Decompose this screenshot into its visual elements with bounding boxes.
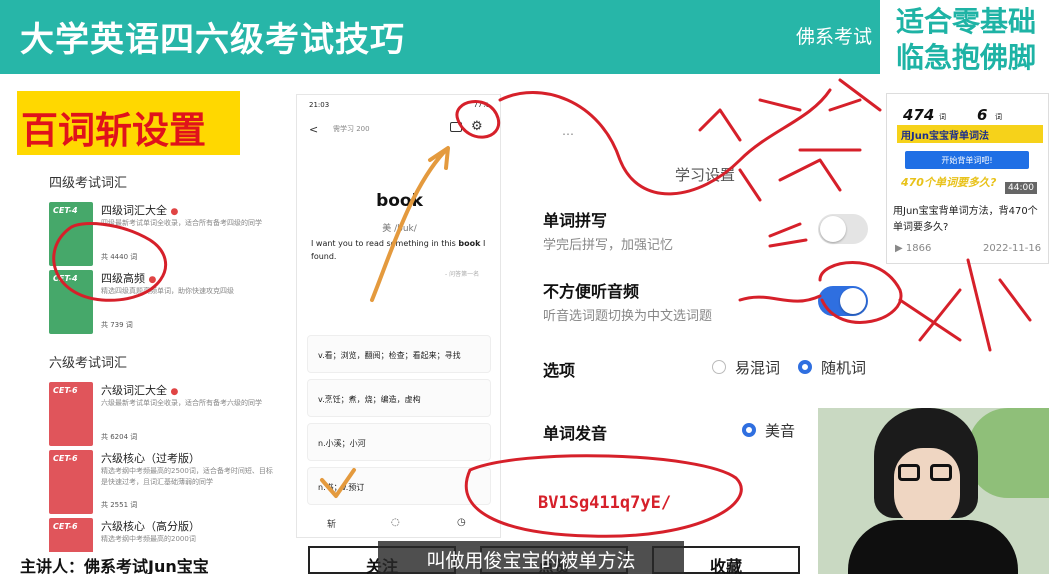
settings-panel-top: …: [522, 124, 888, 152]
phone-bottom-bar: 斩 ◌ ◷: [297, 515, 502, 537]
video-duration: 44:00: [1005, 182, 1037, 194]
fire-icon: ●: [170, 207, 179, 217]
chop-button[interactable]: 斩: [327, 517, 336, 530]
webcam-glasses: [898, 464, 920, 481]
book-desc: 六级最新考试单词全收录，适合所有备考六级的同学: [101, 399, 262, 407]
thumb-number-1: 474: [903, 106, 935, 124]
book-desc: 四级最新考试单词全收录，适合所有备考四级的同学: [101, 219, 262, 227]
book-cover: CET-4: [49, 202, 93, 266]
channel-name: 佛系考试: [796, 26, 873, 48]
play-icon: ▶: [895, 243, 906, 254]
radio-label-confusing: 易混词: [735, 359, 781, 377]
audio-desc: 听音选词题切换为中文选词题: [543, 309, 713, 324]
badge-line-1: 适合零基础: [896, 5, 1037, 38]
study-word: book: [376, 191, 423, 211]
book-count: 共 4440 词: [101, 253, 138, 261]
settings-title: 学习设置: [675, 166, 736, 184]
annotation-x: [898, 288, 962, 342]
book-name: 六级词汇大全 ●: [101, 384, 179, 397]
book-item-cet6-core-high[interactable]: CET-6 六级核心（高分版） 精选考纲中考频最高的2000词: [49, 518, 279, 552]
webcam-face: [894, 448, 960, 528]
header-bar: 大学英语四六级考试技巧 佛系考试 适合零基础 临急抱佛脚: [0, 0, 1049, 74]
fire-icon: ●: [148, 275, 157, 285]
spelling-desc: 学完后拼写，加强记忆: [543, 238, 674, 253]
radio-label-us: 美音: [765, 422, 796, 440]
annotation-slash: [966, 258, 1032, 352]
book-desc: 精选四级真题高频单词，助你快速攻克四级: [101, 287, 234, 295]
thumb-number-2: 6: [977, 106, 988, 124]
video-date: 2022-11-16: [983, 243, 1042, 254]
radio-confusing-words[interactable]: [712, 360, 726, 374]
answer-option[interactable]: v.看；浏览，翻阅；检查；看起来；寻找: [307, 335, 491, 373]
back-arrow-icon[interactable]: <: [309, 123, 318, 136]
answer-option[interactable]: v.烹饪；煮，烧；编造，虚构: [307, 379, 491, 417]
video-views: ▶ 1866: [895, 243, 932, 254]
clock-icon[interactable]: ◷: [457, 517, 466, 528]
gear-icon[interactable]: ⚙: [471, 119, 483, 134]
book-desc: 精选考纲中考频最高的2000词: [101, 535, 196, 543]
thumb-button: 开始背单词吧!: [905, 151, 1029, 169]
sentence-source: - 问答第一名: [445, 271, 480, 278]
book-name: 六级核心（高分版）: [101, 520, 200, 533]
audio-toggle[interactable]: [818, 286, 868, 316]
book-cover: CET-6: [49, 450, 93, 514]
book-count: 共 2551 词: [101, 501, 138, 509]
phonetic: 美 /buk/: [382, 224, 417, 234]
settings-label-box: 百词斩设置: [17, 91, 240, 155]
book-name: 四级高频 ●: [101, 272, 157, 285]
book-name: 六级核心（过考版）: [101, 452, 200, 465]
video-card[interactable]: 474 词 6 词 用Jun宝宝背单词法 开始背单词吧! 470个单词要多久? …: [886, 93, 1049, 264]
subtitle-caption: 叫做用俊宝宝的被单方法: [378, 541, 684, 574]
webcam-body: [848, 520, 1018, 574]
thumb-caption: 470个单词要多久?: [901, 176, 997, 189]
book-item-cet6-core-pass[interactable]: CET-6 六级核心（过考版） 精选考纲中考频最高的2500词，适合备考时间短、…: [49, 450, 279, 526]
book-item-cet4-high-freq[interactable]: CET-4 四级高频 ● 精选四级真题高频单词，助你快速攻克四级 共 739 词: [49, 270, 279, 346]
options-title: 选项: [543, 361, 576, 380]
phone-screen: 21:03 77% < 需学习 200 ⚙ book 美 /buk/ I wan…: [296, 94, 501, 538]
book-cover: CET-6: [49, 382, 93, 446]
spelling-title: 单词拼写: [543, 211, 608, 230]
settings-label-text: 百词斩设置: [21, 109, 206, 152]
pronunciation-title: 单词发音: [543, 424, 608, 443]
status-time: 21:03: [309, 101, 330, 109]
badge-line-2: 临急抱佛脚: [896, 41, 1037, 74]
cet4-section-title: 四级考试词汇: [49, 176, 128, 191]
answer-option[interactable]: n.书；v.预订: [307, 467, 491, 505]
book-cover: CET-6: [49, 518, 93, 552]
radio-us-accent[interactable]: [742, 423, 756, 437]
status-bar: 21:03 77%: [309, 101, 489, 109]
video-id-annotation: BV1Sg411q7yE/: [538, 493, 672, 513]
presenter-label: 主讲人：佛系考试Jun宝宝: [20, 557, 209, 574]
video-thumbnail[interactable]: 474 词 6 词 用Jun宝宝背单词法 开始背单词吧! 470个单词要多久? …: [891, 98, 1046, 196]
book-cover: CET-4: [49, 270, 93, 334]
webcam-plant: [968, 408, 1049, 498]
book-count: 共 6204 词: [101, 433, 138, 441]
header-badge: 适合零基础 临急抱佛脚: [880, 0, 1049, 74]
status-battery: 77%: [473, 101, 489, 109]
thumb-banner: 用Jun宝宝背单词法: [897, 125, 1043, 143]
video-title-text: 大学英语四六级考试技巧: [20, 20, 405, 60]
book-item-cet6-full[interactable]: CET-6 六级词汇大全 ● 六级最新考试单词全收录，适合所有备考六级的同学 共…: [49, 382, 279, 458]
book-desc: 精选考纲中考频最高的2500词，适合备考时间短、目标是快速过考，且词汇基础薄弱的…: [101, 467, 273, 486]
example-sentence: I want you to read something in this boo…: [311, 239, 486, 261]
book-item-cet4-full[interactable]: CET-4 四级词汇大全 ● 四级最新考试单词全收录，适合所有备考四级的同学 共…: [49, 202, 279, 278]
fire-icon: ●: [170, 387, 179, 397]
answer-option[interactable]: n.小溪；小河: [307, 423, 491, 461]
image-icon[interactable]: [450, 122, 462, 132]
audio-title: 不方便听音频: [543, 282, 640, 301]
study-progress: 需学习 200: [333, 125, 370, 133]
thumb-unit-1: 词: [939, 113, 946, 121]
radio-label-random: 随机词: [821, 359, 867, 377]
webcam-glasses: [930, 464, 952, 481]
book-name: 四级词汇大全 ●: [101, 204, 179, 217]
bulb-icon[interactable]: ◌: [391, 517, 400, 528]
cet6-section-title: 六级考试词汇: [49, 356, 128, 371]
presenter-webcam: [818, 408, 1049, 574]
radio-random-words[interactable]: [798, 360, 812, 374]
spelling-toggle[interactable]: [818, 214, 868, 244]
video-card-title[interactable]: 用Jun宝宝背单词方法，背470个单词要多久?: [893, 204, 1047, 236]
book-count: 共 739 词: [101, 321, 133, 329]
thumb-unit-2: 词: [995, 113, 1002, 121]
